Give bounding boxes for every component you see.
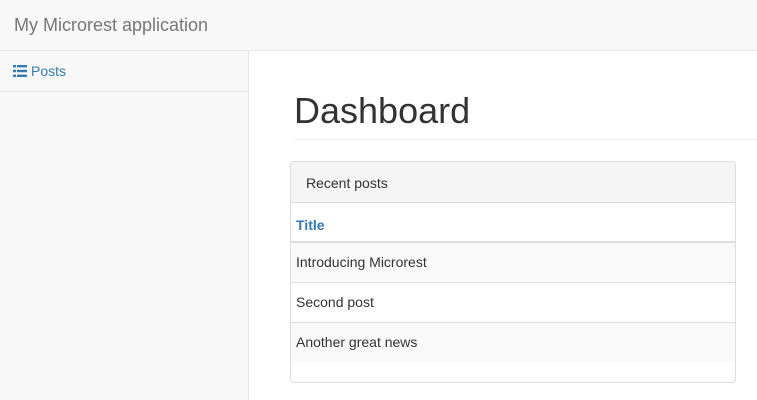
main-content: Dashboard Recent posts Title Introducing…: [249, 51, 757, 400]
sidebar-item-label: Posts: [31, 63, 67, 79]
page-header: Dashboard: [294, 91, 757, 140]
list-icon: [13, 65, 27, 77]
sidebar-item-posts[interactable]: Posts: [0, 51, 248, 92]
post-title-cell[interactable]: Introducing Microrest: [291, 242, 735, 283]
sidebar: Posts: [0, 51, 249, 400]
recent-posts-panel: Recent posts Title Introducing Microrest…: [290, 161, 736, 383]
table-row[interactable]: Second post: [291, 282, 735, 323]
post-title-cell[interactable]: Another great news: [291, 322, 735, 362]
app-brand[interactable]: My Microrest application: [14, 15, 208, 36]
table-row[interactable]: Another great news: [291, 322, 735, 362]
posts-table: Title Introducing Microrest Second post …: [291, 203, 735, 362]
post-title-cell[interactable]: Second post: [291, 282, 735, 323]
top-navbar: My Microrest application: [0, 0, 757, 51]
table-header-row: Title: [291, 203, 735, 243]
page-title: Dashboard: [294, 90, 471, 131]
table-row[interactable]: Introducing Microrest: [291, 242, 735, 283]
column-header-title[interactable]: Title: [291, 203, 735, 243]
panel-heading: Recent posts: [291, 162, 735, 203]
